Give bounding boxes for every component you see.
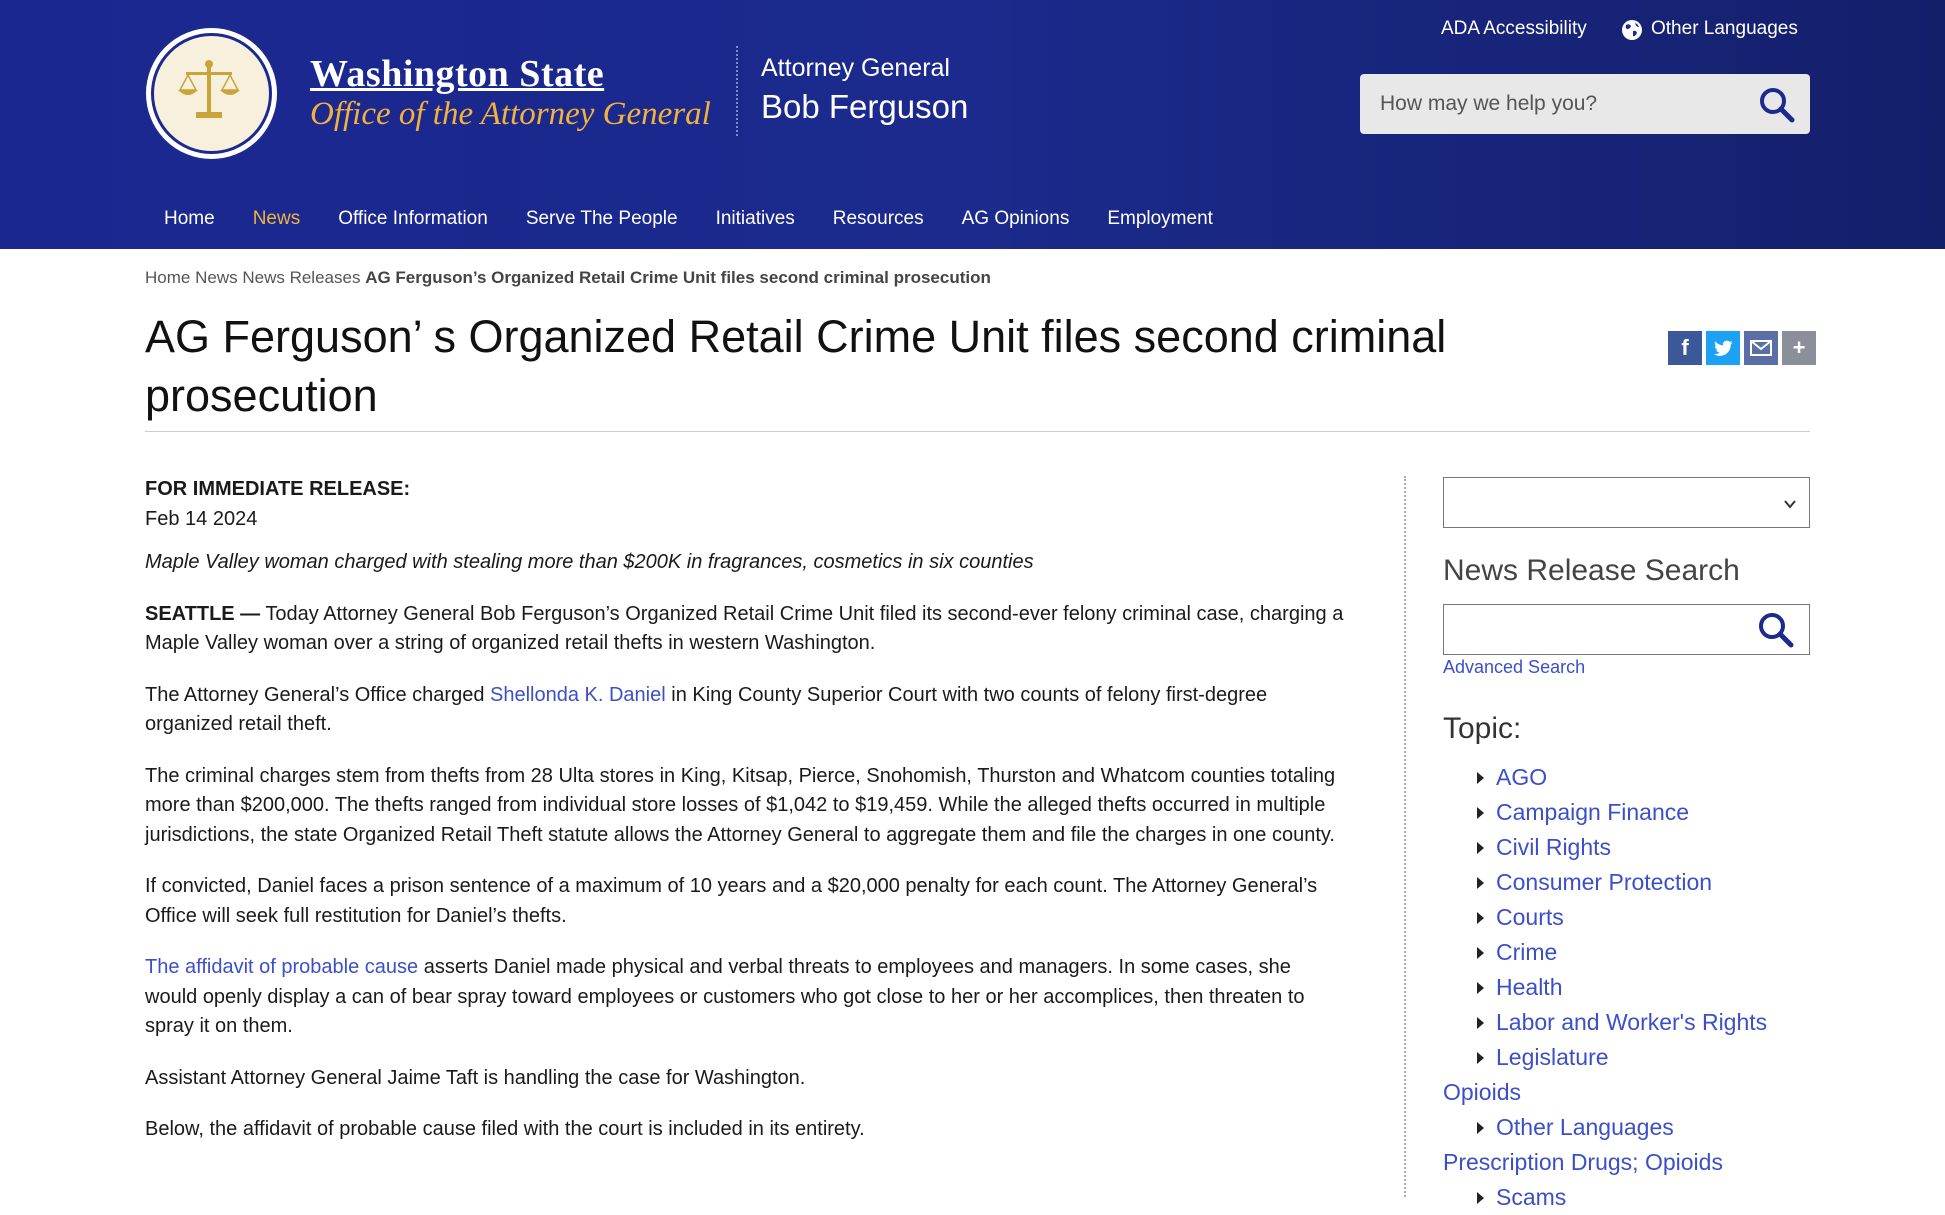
topic-item[interactable]: Legislature bbox=[1473, 1040, 1767, 1075]
article-paragraph: SEATTLE — Today Attorney General Bob Fer… bbox=[145, 600, 1345, 659]
caret-right-icon[interactable] bbox=[1477, 1191, 1484, 1204]
page-title: AG Ferguson’ s Organized Retail Crime Un… bbox=[145, 311, 1447, 421]
nav-news[interactable]: News bbox=[234, 204, 320, 234]
search-icon[interactable] bbox=[1758, 86, 1796, 124]
globe-icon[interactable] bbox=[1621, 19, 1643, 41]
breadcrumb-home[interactable]: Home bbox=[145, 268, 190, 287]
search-icon[interactable] bbox=[1757, 611, 1795, 649]
article-paragraph: The affidavit of probable cause asserts … bbox=[145, 953, 1345, 1042]
topic-item[interactable]: Labor and Worker's Rights bbox=[1473, 1005, 1767, 1040]
release-date: Feb 14 2024 bbox=[145, 507, 258, 530]
news-release-search-heading: News Release Search bbox=[1443, 554, 1740, 587]
brand-title[interactable]: Washington State bbox=[310, 52, 604, 96]
article-paragraph: The Attorney General’s Office charged Sh… bbox=[145, 681, 1345, 740]
caret-right-icon[interactable] bbox=[1477, 841, 1484, 854]
nav-employment[interactable]: Employment bbox=[1088, 204, 1232, 234]
scales-icon bbox=[178, 60, 240, 118]
topic-link[interactable]: Civil Rights bbox=[1496, 834, 1611, 860]
article-paragraph: If convicted, Daniel faces a prison sent… bbox=[145, 875, 1318, 927]
caret-right-icon[interactable] bbox=[1477, 771, 1484, 784]
topic-item[interactable]: Campaign Finance bbox=[1473, 795, 1767, 830]
topic-heading: Topic: bbox=[1443, 712, 1522, 745]
topic-item[interactable]: Prescription Drugs; Opioids bbox=[1443, 1145, 1767, 1180]
paragraph-text: Today Attorney General Bob Ferguson’s Or… bbox=[145, 602, 1344, 655]
topic-link[interactable]: Crime bbox=[1496, 939, 1557, 965]
breadcrumb-news[interactable]: News bbox=[195, 268, 238, 287]
site-search-box[interactable]: How may we help you? bbox=[1360, 74, 1810, 134]
ada-accessibility-link[interactable]: ADA Accessibility bbox=[1441, 18, 1587, 40]
site-header: Washington State Office of the Attorney … bbox=[0, 0, 1945, 249]
topic-link[interactable]: Courts bbox=[1496, 904, 1564, 930]
topic-link[interactable]: Labor and Worker's Rights bbox=[1496, 1009, 1767, 1035]
topic-link[interactable]: Scams bbox=[1496, 1184, 1566, 1210]
topic-link[interactable]: Campaign Finance bbox=[1496, 799, 1689, 825]
article-paragraph: The criminal charges stem from thefts fr… bbox=[145, 764, 1336, 846]
article-subtitle: Maple Valley woman charged with stealing… bbox=[145, 551, 1034, 573]
news-filter-select[interactable] bbox=[1443, 477, 1810, 528]
nav-home[interactable]: Home bbox=[145, 204, 234, 234]
caret-right-icon[interactable] bbox=[1477, 981, 1484, 994]
breadcrumb: Home News News Releases AG Ferguson’s Or… bbox=[145, 268, 991, 288]
twitter-icon[interactable] bbox=[1706, 331, 1740, 365]
other-languages-link[interactable]: Other Languages bbox=[1651, 18, 1798, 40]
paragraph-text: The Attorney General’s Office charged bbox=[145, 683, 491, 706]
topic-link[interactable]: Other Languages bbox=[1496, 1114, 1674, 1140]
article-body: FOR IMMEDIATE RELEASE: Feb 14 2024 Maple… bbox=[145, 475, 1345, 1167]
nav-ag-opinions[interactable]: AG Opinions bbox=[943, 204, 1089, 234]
chevron-down-icon bbox=[1784, 500, 1796, 509]
topic-item[interactable]: Consumer Protection bbox=[1473, 865, 1767, 900]
caret-right-icon[interactable] bbox=[1477, 1016, 1484, 1029]
caret-right-icon[interactable] bbox=[1477, 806, 1484, 819]
caret-right-icon[interactable] bbox=[1477, 1121, 1484, 1134]
topic-item[interactable]: Crime bbox=[1473, 935, 1767, 970]
topic-item[interactable]: Scams bbox=[1473, 1180, 1767, 1215]
title-divider bbox=[145, 431, 1810, 432]
facebook-icon[interactable]: f bbox=[1668, 331, 1702, 365]
header-divider bbox=[736, 46, 738, 136]
dateline: SEATTLE — bbox=[145, 602, 261, 625]
topic-item[interactable]: Courts bbox=[1473, 900, 1767, 935]
ag-name: Bob Ferguson bbox=[761, 88, 969, 125]
plus-icon[interactable]: + bbox=[1782, 331, 1816, 365]
article-paragraph: Assistant Attorney General Jaime Taft is… bbox=[145, 1066, 806, 1089]
main-nav: Home News Office Information Serve The P… bbox=[145, 204, 1232, 234]
topic-item[interactable]: Other Languages bbox=[1473, 1110, 1767, 1145]
defendant-link[interactable]: Shellonda K. Daniel bbox=[490, 684, 666, 706]
brand-subtitle[interactable]: Office of the Attorney General bbox=[310, 96, 711, 133]
ag-seal-logo[interactable] bbox=[143, 25, 280, 162]
ag-title: Attorney General bbox=[761, 54, 950, 82]
breadcrumb-current: AG Ferguson’s Organized Retail Crime Uni… bbox=[365, 268, 991, 287]
caret-right-icon[interactable] bbox=[1477, 876, 1484, 889]
topic-item[interactable]: Opioids bbox=[1443, 1075, 1767, 1110]
topic-link[interactable]: Prescription Drugs; Opioids bbox=[1443, 1149, 1723, 1175]
advanced-search-link[interactable]: Advanced Search bbox=[1443, 657, 1585, 678]
affidavit-link[interactable]: The affidavit of probable cause bbox=[145, 956, 418, 978]
search-input[interactable]: How may we help you? bbox=[1380, 92, 1597, 116]
nav-office-information[interactable]: Office Information bbox=[319, 204, 507, 234]
topic-link[interactable]: Opioids bbox=[1443, 1079, 1521, 1105]
breadcrumb-news-releases[interactable]: News Releases bbox=[242, 268, 360, 287]
nav-initiatives[interactable]: Initiatives bbox=[697, 204, 814, 234]
release-label: FOR IMMEDIATE RELEASE: bbox=[145, 478, 411, 500]
column-divider bbox=[1404, 476, 1406, 1197]
caret-right-icon[interactable] bbox=[1477, 911, 1484, 924]
topic-item[interactable]: Health bbox=[1473, 970, 1767, 1005]
caret-right-icon[interactable] bbox=[1477, 946, 1484, 959]
topic-list: AGO Campaign Finance Civil Rights Consumer … bbox=[1443, 760, 1767, 1215]
topic-link[interactable]: Consumer Protection bbox=[1496, 869, 1712, 895]
share-buttons: f + bbox=[1668, 331, 1816, 365]
topic-link[interactable]: Legislature bbox=[1496, 1044, 1609, 1070]
nav-serve-the-people[interactable]: Serve The People bbox=[507, 204, 697, 234]
topic-link[interactable]: Health bbox=[1496, 974, 1562, 1000]
topic-link[interactable]: AGO bbox=[1496, 764, 1547, 790]
topic-item[interactable]: Civil Rights bbox=[1473, 830, 1767, 865]
caret-right-icon[interactable] bbox=[1477, 1051, 1484, 1064]
article-paragraph: Below, the affidavit of probable cause f… bbox=[145, 1118, 865, 1140]
topic-item[interactable]: AGO bbox=[1473, 760, 1767, 795]
email-icon[interactable] bbox=[1744, 331, 1778, 365]
nav-resources[interactable]: Resources bbox=[814, 204, 943, 234]
news-release-search-input[interactable] bbox=[1443, 604, 1810, 655]
